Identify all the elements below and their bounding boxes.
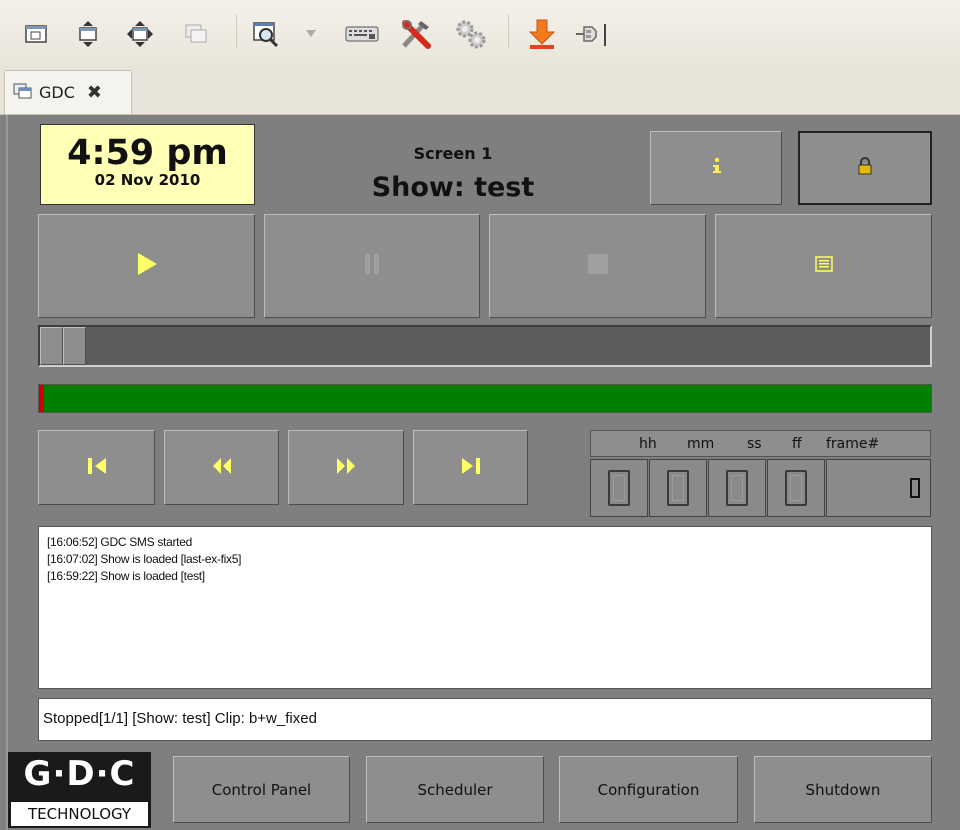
top-toolbar	[0, 0, 960, 66]
tab-label: GDC	[39, 83, 75, 102]
zoom-window-icon[interactable]	[252, 20, 280, 48]
play-button[interactable]	[38, 214, 255, 318]
stop-button[interactable]	[489, 214, 706, 318]
timecode-hh-value	[590, 459, 648, 517]
clock-display: 4:59 pm 02 Nov 2010	[40, 124, 255, 205]
fast-forward-button[interactable]	[288, 430, 404, 505]
skip-end-button[interactable]	[413, 430, 528, 505]
keyboard-icon[interactable]	[344, 20, 380, 48]
control-panel-button[interactable]: Control Panel	[173, 756, 350, 823]
seek-slider[interactable]	[38, 325, 932, 367]
connect-plug-icon[interactable]	[572, 20, 612, 48]
configuration-button[interactable]: Configuration	[559, 756, 738, 823]
logo-mark: G·D·C	[23, 754, 136, 794]
hh-digit	[608, 470, 630, 506]
gears-icon[interactable]	[452, 20, 488, 49]
timecode-ss-label: ss	[747, 436, 762, 452]
playlist-icon	[814, 256, 833, 276]
progress-fill	[39, 385, 45, 412]
skip-start-icon	[86, 457, 108, 479]
lock-button[interactable]	[798, 131, 932, 205]
timecode-mm-label: mm	[687, 436, 715, 452]
dropdown-arrow-icon[interactable]	[302, 20, 320, 48]
screen-label: Screen 1	[413, 144, 493, 163]
timecode-ss-value	[708, 459, 766, 517]
timecode-ff-label: ff	[792, 436, 802, 452]
event-log: [16:06:52] GDC SMS started [16:07:02] Sh…	[38, 526, 932, 689]
window-move-icon[interactable]	[126, 20, 154, 48]
seek-slider-handle[interactable]	[40, 327, 86, 365]
frame-digit	[910, 478, 920, 498]
timecode-mm-value	[649, 459, 707, 517]
gdc-technology-logo: G·D·C TECHNOLOGY	[8, 752, 151, 828]
shutdown-button[interactable]: Shutdown	[754, 756, 932, 823]
timecode-header: hh mm ss ff frame#	[590, 430, 931, 457]
shutdown-label: Shutdown	[805, 780, 881, 799]
lock-icon	[857, 157, 873, 179]
window-stack-icon[interactable]	[182, 20, 210, 48]
window-vertical-icon[interactable]	[74, 20, 102, 48]
toolbar-separator	[236, 14, 237, 48]
window-stack-icon	[13, 83, 33, 103]
scheduler-label: Scheduler	[417, 780, 493, 799]
clock-date: 02 Nov 2010	[94, 171, 201, 189]
play-icon	[136, 252, 158, 280]
timecode-frame-label: frame#	[826, 436, 880, 452]
skip-end-icon	[460, 457, 482, 479]
logo-wordmark: TECHNOLOGY	[11, 802, 148, 826]
tools-icon[interactable]	[398, 20, 434, 49]
status-bar: Stopped[1/1] [Show: test] Clip: b+w_fixe…	[38, 698, 932, 741]
show-title: Show: test	[371, 172, 535, 203]
close-icon[interactable]: ✖	[87, 82, 102, 103]
skip-start-button[interactable]	[38, 430, 155, 505]
timecode-hh-label: hh	[639, 436, 657, 452]
download-icon[interactable]	[526, 19, 558, 49]
log-line: [16:06:52] GDC SMS started	[47, 535, 192, 549]
info-icon	[709, 157, 723, 179]
toolbar-separator	[508, 14, 509, 48]
playback-progress-bar	[38, 384, 932, 413]
mm-digit	[667, 470, 689, 506]
ss-digit	[726, 470, 748, 506]
playlist-button[interactable]	[715, 214, 932, 318]
stop-icon	[587, 253, 609, 279]
clock-time: 4:59 pm	[67, 133, 228, 173]
log-line: [16:59:22] Show is loaded [test]	[47, 569, 205, 583]
ff-digit	[785, 470, 807, 506]
tab-gdc[interactable]: GDC ✖	[4, 70, 132, 114]
log-line: [16:07:02] Show is loaded [last-ex-fix5]	[47, 552, 242, 566]
timecode-ff-value	[767, 459, 825, 517]
scheduler-button[interactable]: Scheduler	[366, 756, 544, 823]
fast-forward-icon	[335, 457, 357, 479]
pause-button[interactable]	[264, 214, 480, 318]
rewind-icon	[211, 457, 233, 479]
pause-icon	[364, 253, 380, 279]
info-button[interactable]	[650, 131, 782, 205]
configuration-label: Configuration	[597, 780, 700, 799]
tab-bar: GDC ✖	[0, 66, 960, 115]
timecode-frame-value	[826, 459, 931, 517]
rewind-button[interactable]	[164, 430, 279, 505]
window-fit-icon[interactable]	[22, 20, 50, 48]
control-panel-label: Control Panel	[211, 780, 312, 799]
